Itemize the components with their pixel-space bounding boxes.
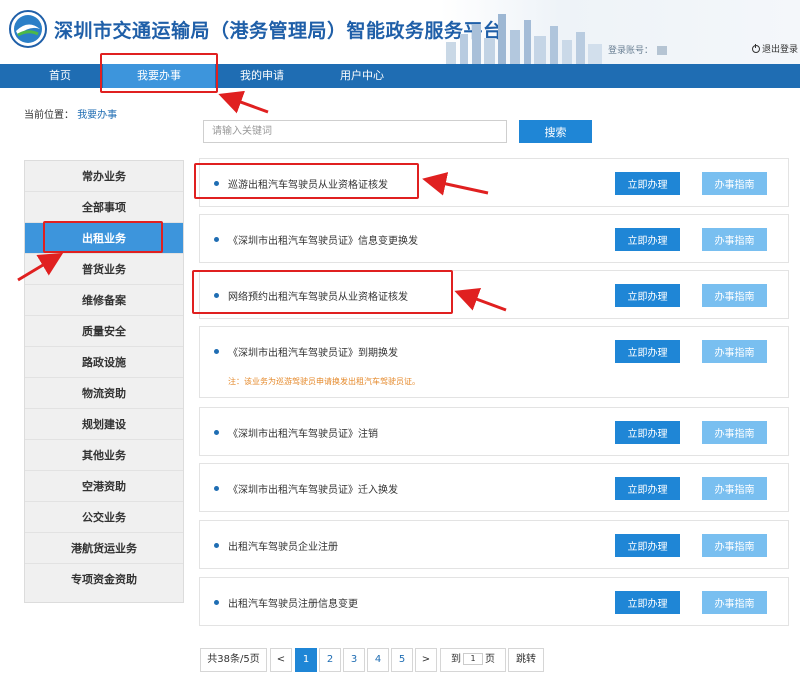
goto-page-box: 到1页 <box>440 648 506 672</box>
guide-button[interactable]: 办事指南 <box>702 421 767 444</box>
header: 深圳市交通运输局（港务管理局）智能政务服务平台 登录账号： 退出登录 <box>0 0 800 64</box>
guide-button[interactable]: 办事指南 <box>702 284 767 307</box>
apply-now-button[interactable]: 立即办理 <box>615 228 680 251</box>
category-sidebar: 常办业务 全部事项 出租业务 普货业务 维修备案 质量安全 路政设施 物流资助 … <box>24 160 184 603</box>
logout-link[interactable]: 退出登录 <box>752 42 798 55</box>
apply-now-button[interactable]: 立即办理 <box>615 477 680 500</box>
page-button[interactable]: 3 <box>343 648 365 672</box>
sidebar-item-all[interactable]: 全部事项 <box>25 192 183 223</box>
main-nav: 首页 我要办事 我的申请 用户中心 <box>0 64 800 88</box>
service-title[interactable]: 出租汽车驾驶员企业注册 <box>228 538 338 553</box>
sidebar-item-taxi[interactable]: 出租业务 <box>25 223 183 254</box>
breadcrumb-label: 当前位置： <box>24 110 74 121</box>
sidebar-item-maintenance[interactable]: 维修备案 <box>25 285 183 316</box>
apply-now-button[interactable]: 立即办理 <box>615 172 680 195</box>
sidebar-item-shipping-freight[interactable]: 港航货运业务 <box>25 533 183 564</box>
sidebar-item-airport-funding[interactable]: 空港资助 <box>25 471 183 502</box>
nav-user-center[interactable]: 用户中心 <box>322 64 402 88</box>
bureau-logo-icon <box>9 10 47 48</box>
service-note: 注：该业务为巡游驾驶员申请换发出租汽车驾驶员证。 <box>228 377 420 386</box>
nav-home[interactable]: 首页 <box>20 64 100 88</box>
service-title[interactable]: 《深圳市出租汽车驾驶员证》到期换发 <box>228 344 398 359</box>
bullet-icon <box>214 237 219 242</box>
service-row: 《深圳市出租汽车驾驶员证》信息变更换发 立即办理 办事指南 <box>199 214 789 263</box>
service-title[interactable]: 出租汽车驾驶员注册信息变更 <box>228 595 358 610</box>
service-title[interactable]: 《深圳市出租汽车驾驶员证》信息变更换发 <box>228 232 418 247</box>
guide-button[interactable]: 办事指南 <box>702 591 767 614</box>
guide-button[interactable]: 办事指南 <box>702 534 767 557</box>
service-title[interactable]: 巡游出租汽车驾驶员从业资格证核发 <box>228 176 388 191</box>
power-icon <box>752 44 760 53</box>
bullet-icon <box>214 349 219 354</box>
service-title[interactable]: 《深圳市出租汽车驾驶员证》注销 <box>228 425 378 440</box>
next-page-button[interactable]: > <box>415 648 437 672</box>
search-button[interactable]: 搜索 <box>519 120 592 143</box>
city-skyline-icon <box>446 14 602 64</box>
apply-now-button[interactable]: 立即办理 <box>615 284 680 307</box>
bullet-icon <box>214 430 219 435</box>
guide-button[interactable]: 办事指南 <box>702 172 767 195</box>
prev-page-button[interactable]: < <box>270 648 292 672</box>
bullet-icon <box>214 543 219 548</box>
site-title: 深圳市交通运输局（港务管理局）智能政务服务平台 <box>54 20 503 42</box>
page-button[interactable]: 5 <box>391 648 413 672</box>
sidebar-item-special-funds[interactable]: 专项资金资助 <box>25 564 183 595</box>
service-row: 巡游出租汽车驾驶员从业资格证核发 立即办理 办事指南 <box>199 158 789 207</box>
sidebar-item-planning[interactable]: 规划建设 <box>25 409 183 440</box>
guide-button[interactable]: 办事指南 <box>702 340 767 363</box>
nav-my-applications[interactable]: 我的申请 <box>222 64 302 88</box>
bullet-icon <box>214 600 219 605</box>
bullet-icon <box>214 181 219 186</box>
sidebar-item-general-freight[interactable]: 普货业务 <box>25 254 183 285</box>
apply-now-button[interactable]: 立即办理 <box>615 421 680 444</box>
guide-button[interactable]: 办事指南 <box>702 228 767 251</box>
sidebar-item-frequent[interactable]: 常办业务 <box>25 161 183 192</box>
apply-now-button[interactable]: 立即办理 <box>615 591 680 614</box>
page-button[interactable]: 2 <box>319 648 341 672</box>
pagination-summary: 共38条/5页 <box>200 648 267 672</box>
sidebar-item-bus[interactable]: 公交业务 <box>25 502 183 533</box>
service-row: 网络预约出租汽车驾驶员从业资格证核发 立即办理 办事指南 <box>199 270 789 319</box>
sidebar-item-road-facilities[interactable]: 路政设施 <box>25 347 183 378</box>
service-row: 《深圳市出租汽车驾驶员证》注销 立即办理 办事指南 <box>199 407 789 456</box>
nav-my-services[interactable]: 我要办事 <box>103 64 215 88</box>
account-value <box>657 46 668 55</box>
page-button[interactable]: 1 <box>295 648 317 672</box>
search-input[interactable] <box>203 120 507 143</box>
breadcrumb-current[interactable]: 我要办事 <box>77 110 117 121</box>
service-row: 出租汽车驾驶员注册信息变更 立即办理 办事指南 <box>199 577 789 626</box>
page-button[interactable]: 4 <box>367 648 389 672</box>
sidebar-item-quality-safety[interactable]: 质量安全 <box>25 316 183 347</box>
arrow-icon <box>218 90 269 114</box>
jump-button[interactable]: 跳转 <box>508 648 544 672</box>
guide-button[interactable]: 办事指南 <box>702 477 767 500</box>
goto-page-input[interactable]: 1 <box>463 653 483 665</box>
service-row: 出租汽车驾驶员企业注册 立即办理 办事指南 <box>199 520 789 569</box>
sidebar-item-other[interactable]: 其他业务 <box>25 440 183 471</box>
service-row: 《深圳市出租汽车驾驶员证》迁入换发 立即办理 办事指南 <box>199 463 789 512</box>
apply-now-button[interactable]: 立即办理 <box>615 340 680 363</box>
bullet-icon <box>214 486 219 491</box>
account-label: 登录账号： <box>608 43 668 56</box>
breadcrumb: 当前位置： 我要办事 <box>24 106 117 121</box>
service-title[interactable]: 《深圳市出租汽车驾驶员证》迁入换发 <box>228 481 398 496</box>
service-title[interactable]: 网络预约出租汽车驾驶员从业资格证核发 <box>228 288 408 303</box>
bullet-icon <box>214 293 219 298</box>
apply-now-button[interactable]: 立即办理 <box>615 534 680 557</box>
sidebar-item-logistics-funding[interactable]: 物流资助 <box>25 378 183 409</box>
service-row: 《深圳市出租汽车驾驶员证》到期换发 注：该业务为巡游驾驶员申请换发出租汽车驾驶员… <box>199 326 789 398</box>
